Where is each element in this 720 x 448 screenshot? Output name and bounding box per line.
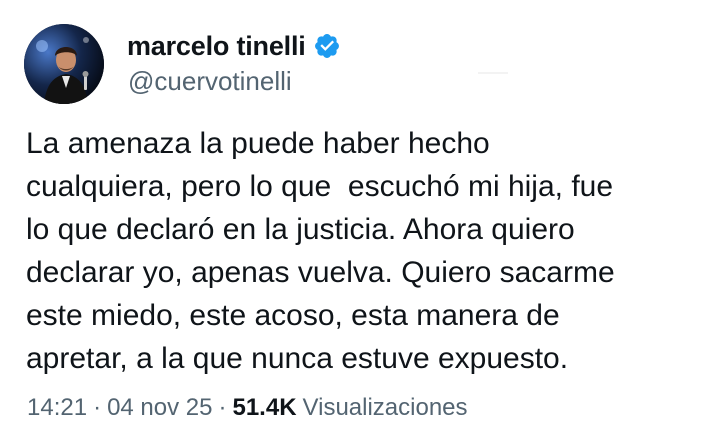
- meta-separator: ·: [218, 394, 227, 421]
- author-display-name[interactable]: marcelo tinelli: [127, 31, 306, 62]
- tweet-date[interactable]: 04 nov 25: [107, 394, 212, 422]
- avatar[interactable]: [24, 24, 104, 104]
- author-name-row[interactable]: marcelo tinelli: [127, 28, 341, 64]
- views-count[interactable]: 51.4K: [232, 394, 296, 422]
- author-handle[interactable]: @cuervotinelli: [128, 66, 292, 97]
- tweet-time[interactable]: 14:21: [27, 394, 87, 422]
- views-label: Visualizaciones: [302, 394, 468, 421]
- profile-photo-icon: [24, 24, 104, 104]
- meta-separator: ·: [93, 394, 102, 421]
- tweet-text: La amenaza la puede haber hecho cualquie…: [26, 127, 615, 375]
- tweet-card: marcelo tinelli @cuervotinelli La amenaz…: [0, 0, 720, 448]
- faint-artifact: [478, 72, 508, 74]
- verified-badge-icon[interactable]: [313, 32, 341, 60]
- tweet-meta: 14:21 · 04 nov 25 · 51.4K Visualizacione…: [27, 394, 468, 422]
